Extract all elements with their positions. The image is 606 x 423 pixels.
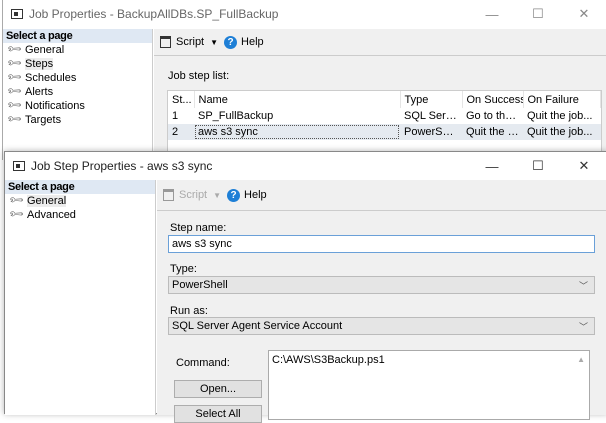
window-title: Job Step Properties - aws s3 sync <box>31 159 213 173</box>
select-page-header: Select a page <box>5 180 155 194</box>
page-general[interactable]: 🔧︎ General <box>3 41 152 58</box>
command-text: C:\AWS\S3Backup.ps1 <box>272 354 385 366</box>
toolbar: Script ▼ ? Help <box>154 29 606 56</box>
script-button[interactable]: Script <box>160 36 204 48</box>
minimize-button[interactable]: — <box>469 0 515 28</box>
script-dropdown-arrow[interactable]: ▼ <box>213 191 221 200</box>
command-label: Command: <box>176 357 230 369</box>
page-schedules[interactable]: 🔧︎ Schedules <box>3 69 152 86</box>
cell-step: 2 <box>168 124 194 140</box>
window-icon <box>11 9 23 19</box>
wrench-icon: 🔧︎ <box>8 205 26 223</box>
help-icon: ? <box>224 35 238 49</box>
cell-type: SQL Serv... <box>404 110 460 122</box>
maximize-button[interactable]: ☐ <box>515 152 561 180</box>
page-targets[interactable]: 🔧︎ Targets <box>3 110 152 128</box>
run-as-select[interactable]: SQL Server Agent Service Account ﹀ <box>168 317 595 335</box>
window-icon <box>13 161 25 171</box>
cell-name: aws s3 sync <box>194 124 400 140</box>
open-button[interactable]: Open... <box>174 380 262 398</box>
job-properties-window: Job Properties - BackupAllDBs.SP_FullBac… <box>2 0 606 170</box>
table-row[interactable]: 1 SP_FullBackup SQL Serv... Go to the ..… <box>168 108 601 124</box>
select-page-header: Select a page <box>3 29 152 43</box>
close-button[interactable]: ✕ <box>561 152 606 180</box>
job-step-list-label: Job step list: <box>168 70 230 82</box>
content-pane: Script ▼ ? Help Job step list: St... Name… <box>154 29 606 170</box>
help-icon: ? <box>227 188 241 202</box>
page-general[interactable]: 🔧︎ General <box>5 192 155 208</box>
scroll-up-icon[interactable]: ▲ <box>577 355 585 364</box>
page-selector: Select a page 🔧︎ General 🔧︎ Steps 🔧︎ Schedu… <box>3 29 153 160</box>
script-icon <box>160 36 171 48</box>
close-button[interactable]: ✕ <box>561 0 606 28</box>
step-name-label: Step name: <box>170 222 227 234</box>
chevron-down-icon: ﹀ <box>578 322 588 332</box>
toolbar: Script ▼ ? Help <box>157 180 606 211</box>
column-header-on-failure[interactable]: On Failure <box>523 91 601 108</box>
title-bar: Job Properties - BackupAllDBs.SP_FullBac… <box>3 0 606 28</box>
column-header-on-success[interactable]: On Success <box>462 91 524 108</box>
run-as-label: Run as: <box>170 305 208 317</box>
title-bar: Job Step Properties - aws s3 sync — ☐ ✕ <box>5 152 606 180</box>
page-advanced[interactable]: 🔧︎ Advanced <box>5 205 155 223</box>
page-notifications[interactable]: 🔧︎ Notifications <box>3 97 152 114</box>
maximize-button[interactable]: ☐ <box>515 0 561 28</box>
cell-on-success: Quit the jo... <box>462 124 523 140</box>
type-select[interactable]: PowerShell ﹀ <box>168 276 595 294</box>
minimize-button[interactable]: — <box>469 152 515 180</box>
type-value: PowerShell <box>172 279 228 291</box>
cell-step: 1 <box>172 110 179 122</box>
content-pane: Script ▼ ? Help Step name: aws s3 sync Ty… <box>157 180 606 423</box>
column-header-step[interactable]: St... <box>168 91 195 108</box>
page-steps[interactable]: 🔧︎ Steps <box>3 55 152 71</box>
script-dropdown-arrow[interactable]: ▼ <box>210 38 218 47</box>
type-label: Type: <box>170 263 197 275</box>
job-step-properties-window: Job Step Properties - aws s3 sync — ☐ ✕ … <box>4 151 606 423</box>
cell-on-failure: Quit the job... <box>523 124 601 140</box>
help-button[interactable]: ? Help <box>224 35 264 49</box>
step-name-input[interactable]: aws s3 sync <box>168 235 595 253</box>
run-as-value: SQL Server Agent Service Account <box>172 320 343 332</box>
help-button[interactable]: ? Help <box>227 188 267 202</box>
cell-type: PowerShell <box>400 124 462 140</box>
script-button[interactable]: Script <box>163 189 207 201</box>
cell-on-failure: Quit the job... <box>527 110 593 122</box>
chevron-down-icon: ﹀ <box>578 281 588 291</box>
page-alerts[interactable]: 🔧︎ Alerts <box>3 83 152 100</box>
page-selector: Select a page 🔧︎ General 🔧︎ Advanced <box>5 180 156 415</box>
script-icon <box>163 189 174 201</box>
cell-on-success: Go to the ... <box>466 110 523 122</box>
column-header-type[interactable]: Type <box>400 91 463 108</box>
table-header: St... Name Type On Success On Failure <box>168 91 601 108</box>
column-header-name[interactable]: Name <box>194 91 401 108</box>
window-title: Job Properties - BackupAllDBs.SP_FullBac… <box>29 7 279 21</box>
cell-name: SP_FullBackup <box>198 110 274 122</box>
command-textarea[interactable]: C:\AWS\S3Backup.ps1 ▲ <box>268 350 590 420</box>
select-all-button[interactable]: Select All <box>174 405 262 423</box>
table-row[interactable]: 2 aws s3 sync PowerShell Quit the jo... … <box>168 124 601 140</box>
wrench-icon: 🔧︎ <box>6 110 24 128</box>
